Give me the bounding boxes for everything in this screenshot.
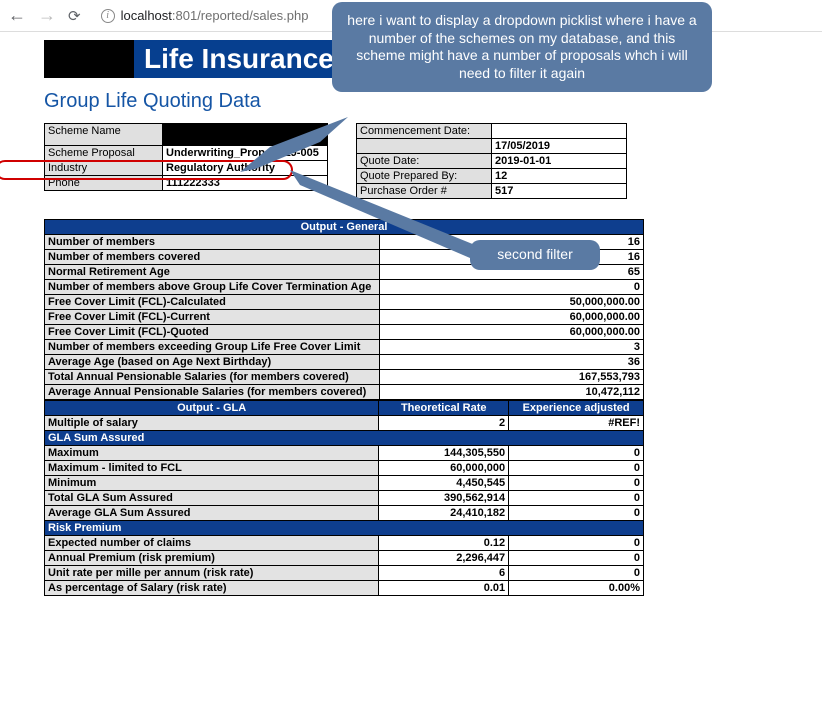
report-section: Output - General Number of members16 Num… [44,219,644,596]
forward-button[interactable]: → [38,5,56,26]
retire-age-label: Normal Retirement Age [45,265,380,280]
page-title: Group Life Quoting Data [44,90,810,113]
avg-gla-v2: 0 [509,506,644,521]
max-fcl-label: Maximum - limited to FCL [45,461,379,476]
exp-claims-label: Expected number of claims [45,536,379,551]
min-v2: 0 [509,476,644,491]
output-gla-header: Output - GLA [45,401,379,416]
back-button[interactable]: ← [8,5,26,26]
annotation-callout-main: here i want to display a dropdown pickli… [332,2,712,92]
avg-gla-label: Average GLA Sum Assured [45,506,379,521]
fcl-calc-value: 50,000,000.00 [380,295,644,310]
max-fcl-v1: 60,000,000 [379,461,509,476]
industry-label: Industry [45,161,163,176]
mult-salary-v2: #REF! [509,416,644,431]
min-v1: 4,450,545 [379,476,509,491]
exceed-fcl-label: Number of members exceeding Group Life F… [45,340,380,355]
risk-premium-header: Risk Premium [45,521,644,536]
avg-age-value: 36 [380,355,644,370]
min-label: Minimum [45,476,379,491]
prepared-by-label: Quote Prepared By: [357,169,492,184]
exp-claims-v2: 0 [509,536,644,551]
scheme-name-value [163,124,328,146]
scheme-info-table: Scheme Name Scheme Proposal Underwriting… [44,123,328,191]
scheme-proposal-label: Scheme Proposal [45,146,163,161]
commencement-date-value [492,124,627,139]
above-term-value: 0 [380,280,644,295]
industry-value: Regulatory Authority [163,161,328,176]
ann-prem-v2: 0 [509,551,644,566]
avg-sal-label: Average Annual Pensionable Salaries (for… [45,385,380,400]
fcl-curr-label: Free Cover Limit (FCL)-Current [45,310,380,325]
fcl-curr-value: 60,000,000.00 [380,310,644,325]
unit-rate-v1: 6 [379,566,509,581]
num-members-label: Number of members [45,235,380,250]
exp-claims-v1: 0.12 [379,536,509,551]
commencement-date-label: Commencement Date: [357,124,492,139]
fcl-calc-label: Free Cover Limit (FCL)-Calculated [45,295,380,310]
unit-rate-label: Unit rate per mille per annum (risk rate… [45,566,379,581]
ann-prem-v1: 2,296,447 [379,551,509,566]
pct-sal-label: As percentage of Salary (risk rate) [45,581,379,596]
mult-salary-label: Multiple of salary [45,416,379,431]
ann-prem-label: Annual Premium (risk premium) [45,551,379,566]
exceed-fcl-value: 3 [380,340,644,355]
fcl-quot-label: Free Cover Limit (FCL)-Quoted [45,325,380,340]
theoretical-rate-header: Theoretical Rate [379,401,509,416]
max-fcl-v2: 0 [509,461,644,476]
phone-value: 111222333 [163,176,328,191]
scheme-proposal-value: Underwriting_Prop-01-19-005 [163,146,328,161]
url-text: localhost:801/reported/sales.php [121,8,309,23]
header-title: Life Insurance [134,40,344,78]
avg-gla-v1: 24,410,182 [379,506,509,521]
scheme-name-label: Scheme Name [45,124,163,146]
num-covered-label: Number of members covered [45,250,380,265]
quote-date-value: 2019-01-01 [492,154,627,169]
purchase-order-label: Purchase Order # [357,184,492,199]
tot-gla-label: Total GLA Sum Assured [45,491,379,506]
purchase-order-value: 517 [492,184,627,199]
avg-sal-value: 10,472,112 [380,385,644,400]
prepared-by-value: 12 [492,169,627,184]
experience-adjusted-header: Experience adjusted [509,401,644,416]
fcl-quot-value: 60,000,000.00 [380,325,644,340]
tot-sal-label: Total Annual Pensionable Salaries (for m… [45,370,380,385]
output-general-header: Output - General [45,220,644,235]
mult-salary-v1: 2 [379,416,509,431]
pct-sal-v1: 0.01 [379,581,509,596]
tot-gla-v1: 390,562,914 [379,491,509,506]
commencement-date-value-2: 17/05/2019 [492,139,627,154]
quote-info-table: Commencement Date: 17/05/2019 Quote Date… [356,123,627,199]
gla-sum-assured-header: GLA Sum Assured [45,431,644,446]
annotation-callout-second: second filter [470,240,600,270]
above-term-label: Number of members above Group Life Cover… [45,280,380,295]
logo-redacted [44,40,134,78]
avg-age-label: Average Age (based on Age Next Birthday) [45,355,380,370]
phone-label: Phone [45,176,163,191]
address-bar[interactable]: i localhost:801/reported/sales.php [101,8,309,23]
max-label: Maximum [45,446,379,461]
unit-rate-v2: 0 [509,566,644,581]
pct-sal-v2: 0.00% [509,581,644,596]
tot-gla-v2: 0 [509,491,644,506]
max-v2: 0 [509,446,644,461]
site-info-icon[interactable]: i [101,9,115,23]
reload-button[interactable]: ⟳ [68,7,81,25]
tot-sal-value: 167,553,793 [380,370,644,385]
max-v1: 144,305,550 [379,446,509,461]
quote-date-label: Quote Date: [357,154,492,169]
